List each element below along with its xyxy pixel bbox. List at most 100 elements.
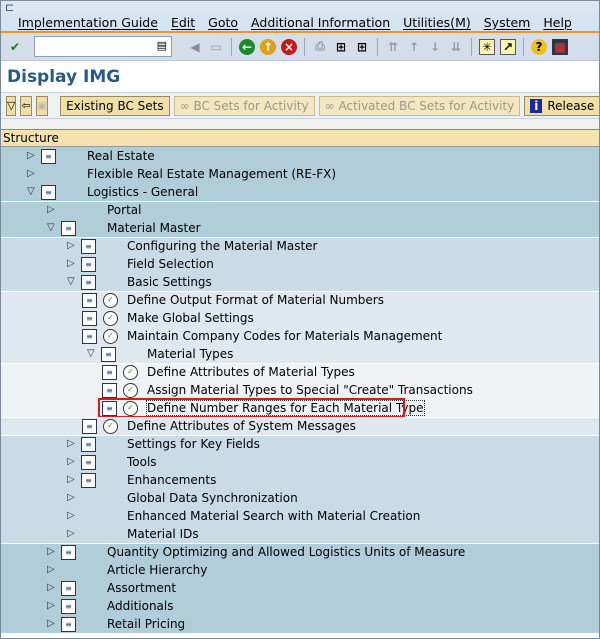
- expand-subtree-icon[interactable]: ▽: [6, 95, 17, 116]
- tree-node-label[interactable]: Enhancements: [127, 473, 216, 487]
- expand-node-icon[interactable]: ▷: [47, 600, 55, 611]
- menu-help[interactable]: Help: [543, 15, 572, 30]
- cancel-icon[interactable]: ×: [281, 38, 297, 55]
- execute-activity-icon[interactable]: ✓: [103, 329, 118, 344]
- tree-node-label[interactable]: Real Estate: [87, 149, 155, 163]
- tree-node[interactable]: ▷ ≡ Additionals: [1, 597, 599, 615]
- tree-node-label[interactable]: Enhanced Material Search with Material C…: [127, 509, 420, 523]
- back-arrow-icon[interactable]: ◀: [187, 39, 203, 55]
- expand-node-icon[interactable]: ▷: [67, 240, 75, 251]
- menu-implementation-guide[interactable]: Implementation Guide: [18, 15, 158, 30]
- menu-additional-information[interactable]: Additional Information: [251, 15, 390, 30]
- tree-node-label[interactable]: Field Selection: [127, 257, 214, 271]
- tree-node[interactable]: ▽ ≡ Basic Settings: [1, 273, 599, 291]
- first-page-icon[interactable]: ⇈: [385, 39, 401, 55]
- tree-node[interactable]: ▷ ≡ Configuring the Material Master: [1, 237, 599, 255]
- documentation-icon[interactable]: ≡: [81, 239, 96, 254]
- save-icon[interactable]: ▭: [208, 39, 224, 55]
- tree-node[interactable]: ▷ ≡ Settings for Key Fields: [1, 435, 599, 453]
- tree-node-label[interactable]: Retail Pricing: [107, 617, 185, 631]
- tree-node[interactable]: ≡ ✓ Define Output Format of Material Numbe…: [1, 291, 599, 309]
- documentation-icon[interactable]: ≡: [41, 185, 56, 200]
- tree-node[interactable]: ▷ ≡ Assortment: [1, 579, 599, 597]
- execute-activity-icon[interactable]: ✓: [123, 401, 138, 416]
- tree-node-label[interactable]: Quantity Optimizing and Allowed Logistic…: [107, 545, 465, 559]
- bc-sets-for-activity-button[interactable]: ∞ BC Sets for Activity: [173, 95, 315, 116]
- expand-node-icon[interactable]: ▷: [27, 168, 35, 179]
- tree-node-label[interactable]: Material Types: [147, 347, 233, 361]
- expand-node-icon[interactable]: ▷: [47, 204, 55, 215]
- execute-activity-icon[interactable]: ✓: [103, 293, 118, 308]
- menu-system[interactable]: System: [484, 15, 531, 30]
- tree-node[interactable]: ≡ ✓ Maintain Company Codes for Materials M…: [1, 327, 599, 345]
- expand-node-icon[interactable]: ▷: [27, 150, 35, 161]
- find-icon[interactable]: ⊞: [333, 39, 349, 55]
- tree-node-label[interactable]: Tools: [127, 455, 157, 469]
- expand-node-icon[interactable]: ▷: [47, 618, 55, 629]
- previous-page-icon[interactable]: ↑: [406, 39, 422, 55]
- tree-node-label[interactable]: Portal: [107, 203, 141, 217]
- documentation-icon[interactable]: ≡: [101, 347, 116, 362]
- menu-utilities[interactable]: Utilities(M): [403, 15, 471, 30]
- command-field[interactable]: ▤: [34, 36, 172, 57]
- tree-node[interactable]: ▽ ≡ Material Types: [1, 345, 599, 363]
- last-page-icon[interactable]: ⇊: [448, 39, 464, 55]
- tree-node[interactable]: ▷ ≡ Quantity Optimizing and Allowed Logist…: [1, 543, 599, 561]
- documentation-icon[interactable]: ≡: [61, 599, 76, 614]
- expand-node-icon[interactable]: ▷: [67, 258, 75, 269]
- tree-node[interactable]: ▷ ≡ Tools: [1, 453, 599, 471]
- expand-node-icon[interactable]: ▷: [67, 528, 75, 539]
- tree-node[interactable]: ▷ ≡ Enhancements: [1, 471, 599, 489]
- tree-node[interactable]: ▷ Enhanced Material Search with Material …: [1, 507, 599, 525]
- tree-node-label[interactable]: Configuring the Material Master: [127, 239, 317, 253]
- tree-node[interactable]: ≡ ✓ Make Global Settings: [1, 309, 599, 327]
- release-notes-button[interactable]: i Release: [524, 95, 600, 116]
- tree-node-label[interactable]: Global Data Synchronization: [127, 491, 298, 505]
- expand-node-icon[interactable]: ▷: [67, 456, 75, 467]
- documentation-icon[interactable]: ≡: [61, 617, 76, 632]
- documentation-icon[interactable]: ≡: [61, 221, 76, 236]
- expand-node-icon[interactable]: ▷: [47, 546, 55, 557]
- tree-node[interactable]: ▷ ≡ Retail Pricing: [1, 615, 599, 633]
- documentation-icon[interactable]: ≡: [82, 311, 97, 326]
- activated-bc-sets-button[interactable]: ∞ Activated BC Sets for Activity: [318, 95, 521, 116]
- tree-node-label[interactable]: Define Number Ranges for Each Material T…: [146, 400, 425, 416]
- existing-bc-sets-button[interactable]: Existing BC Sets: [60, 95, 170, 116]
- execute-activity-icon[interactable]: ✓: [103, 311, 118, 326]
- tree-node[interactable]: ≡ ✓ Define Number Ranges for Each Material…: [1, 398, 599, 418]
- window-menu-icon[interactable]: ⊏: [5, 1, 14, 14]
- tree-node[interactable]: ▷ Global Data Synchronization: [1, 489, 599, 507]
- documentation-icon[interactable]: ≡: [81, 257, 96, 272]
- help-icon[interactable]: ?: [531, 38, 547, 55]
- documentation-icon[interactable]: ≡: [82, 329, 97, 344]
- tree-node[interactable]: ▽ ≡ Material Master: [1, 219, 599, 237]
- menu-edit[interactable]: Edit: [171, 15, 195, 30]
- tree-node-label[interactable]: Make Global Settings: [127, 311, 254, 325]
- tree-node-label[interactable]: Define Attributes of Material Types: [147, 365, 355, 379]
- execute-activity-icon[interactable]: ✓: [103, 419, 118, 434]
- documentation-icon[interactable]: ≡: [102, 365, 117, 380]
- tree-node[interactable]: ▷ Material IDs: [1, 525, 599, 543]
- tree-node-label[interactable]: Maintain Company Codes for Materials Man…: [127, 329, 442, 343]
- print-icon[interactable]: ⎙: [312, 39, 328, 55]
- find-next-icon[interactable]: ⊞: [354, 39, 370, 55]
- collapse-node-icon[interactable]: ▽: [27, 186, 35, 197]
- expand-node-icon[interactable]: ▷: [47, 582, 55, 593]
- tree-node-label[interactable]: Material Master: [107, 221, 201, 235]
- tree-node-label[interactable]: Additionals: [107, 599, 174, 613]
- execute-activity-icon[interactable]: ✓: [123, 383, 138, 398]
- execute-activity-icon[interactable]: ✓: [123, 365, 138, 380]
- tree-node[interactable]: ▷ Portal: [1, 201, 599, 219]
- expand-node-icon[interactable]: ▷: [47, 564, 55, 575]
- documentation-icon[interactable]: ≡: [41, 149, 56, 164]
- tree-node-label[interactable]: Flexible Real Estate Management (RE-FX): [87, 167, 336, 181]
- tree-node[interactable]: ≡ ✓ Assign Material Types to Special "Crea…: [1, 381, 599, 399]
- tree-node[interactable]: ▽ ≡ Logistics - General: [1, 183, 599, 201]
- tree-node-label[interactable]: Settings for Key Fields: [127, 437, 260, 451]
- documentation-icon[interactable]: ≡: [61, 581, 76, 596]
- collapse-node-icon[interactable]: ▽: [67, 276, 75, 287]
- tree-node[interactable]: ▷ Article Hierarchy: [1, 561, 599, 579]
- documentation-icon[interactable]: ≡: [81, 455, 96, 470]
- exit-icon[interactable]: ↑: [260, 38, 276, 55]
- create-session-icon[interactable]: ✳: [479, 38, 495, 55]
